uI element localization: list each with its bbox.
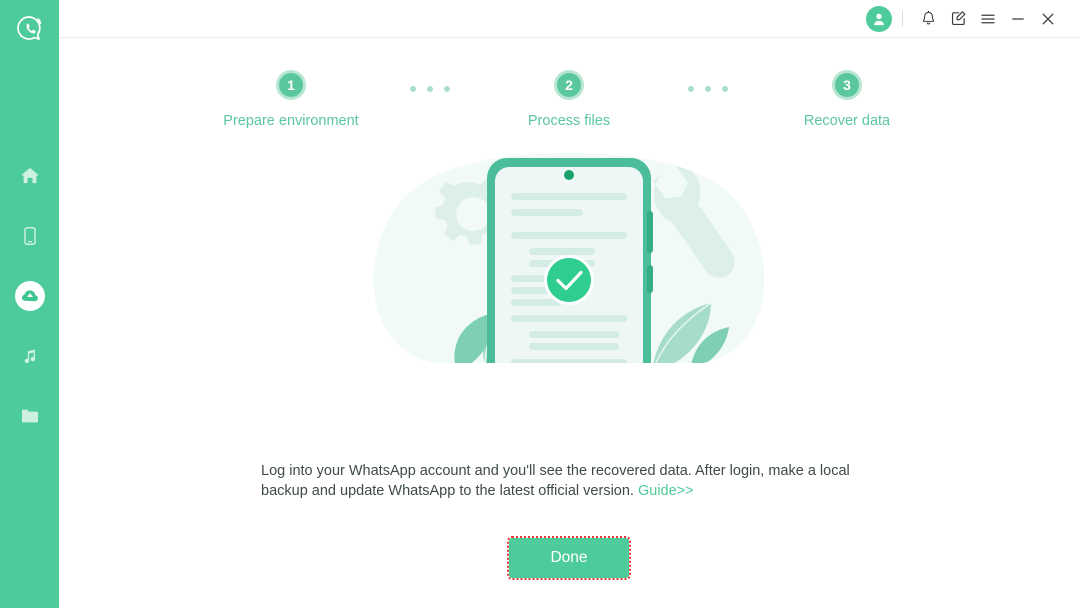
done-button[interactable]: Done: [507, 536, 631, 580]
instruction-text: Log into your WhatsApp account and you'l…: [249, 461, 889, 502]
camera-dot: [564, 170, 574, 180]
step-2: 2 Process files: [474, 70, 664, 129]
hamburger-icon: [981, 14, 995, 23]
illustration-area: [59, 129, 1079, 461]
connector-dot: [444, 86, 450, 92]
menu-button[interactable]: [973, 4, 1003, 34]
progress-stepper: 1 Prepare environment 2 Process files 3 …: [59, 70, 1079, 129]
bell-icon: [922, 10, 934, 25]
sidebar-item-device[interactable]: [0, 206, 59, 266]
connector-dot: [688, 86, 694, 92]
step-3-number: 3: [832, 70, 862, 100]
whatsapp-recovery-logo-icon: [16, 16, 41, 40]
step-2-label: Process files: [527, 113, 611, 129]
connector-dot: [427, 86, 433, 92]
folder-icon: [21, 409, 38, 423]
music-icon: [24, 349, 35, 364]
titlebar: [59, 0, 1079, 38]
illustration-svg: [373, 153, 765, 363]
connector-dot: [705, 86, 711, 92]
step-1-number: 1: [276, 70, 306, 100]
connector-dot: [722, 86, 728, 92]
checkmark-icon: [544, 255, 594, 305]
feedback-icon: [951, 11, 965, 26]
app-window: 1 Prepare environment 2 Process files 3 …: [0, 0, 1079, 608]
step-1-label: Prepare environment: [223, 113, 359, 129]
minimize-button[interactable]: [1003, 4, 1033, 34]
feedback-button[interactable]: [943, 4, 973, 34]
step-3-label: Recover data: [803, 113, 891, 129]
action-row: Done: [59, 536, 1079, 580]
phone-recovery-success-illustration: [369, 153, 769, 363]
user-avatar-icon: [874, 13, 884, 25]
guide-link[interactable]: Guide>>: [638, 483, 694, 499]
step-3: 3 Recover data: [752, 70, 942, 129]
sidebar: [0, 0, 59, 608]
sidebar-item-media[interactable]: [0, 326, 59, 386]
step-1: 1 Prepare environment: [196, 70, 386, 129]
device-icon: [23, 227, 36, 245]
home-icon: [21, 167, 38, 184]
active-indicator: [14, 281, 45, 311]
sidebar-item-files[interactable]: [0, 386, 59, 446]
step-2-number: 2: [554, 70, 584, 100]
close-button[interactable]: [1033, 4, 1063, 34]
connector-dot: [410, 86, 416, 92]
titlebar-divider: [902, 10, 903, 27]
app-logo: [0, 0, 59, 58]
notifications-button[interactable]: [913, 4, 943, 34]
cloud-icon: [21, 290, 38, 302]
step-connector-2: [664, 86, 752, 92]
sidebar-item-recover[interactable]: [0, 266, 59, 326]
avatar[interactable]: [866, 5, 892, 32]
close-icon: [1042, 13, 1054, 24]
main-area: 1 Prepare environment 2 Process files 3 …: [59, 0, 1079, 608]
sidebar-item-home[interactable]: [0, 146, 59, 206]
instruction-line-2: and update WhatsApp to the latest offici…: [311, 483, 638, 500]
sidebar-nav: [0, 146, 59, 446]
minimize-icon: [1012, 17, 1024, 20]
step-connector-1: [386, 86, 474, 92]
